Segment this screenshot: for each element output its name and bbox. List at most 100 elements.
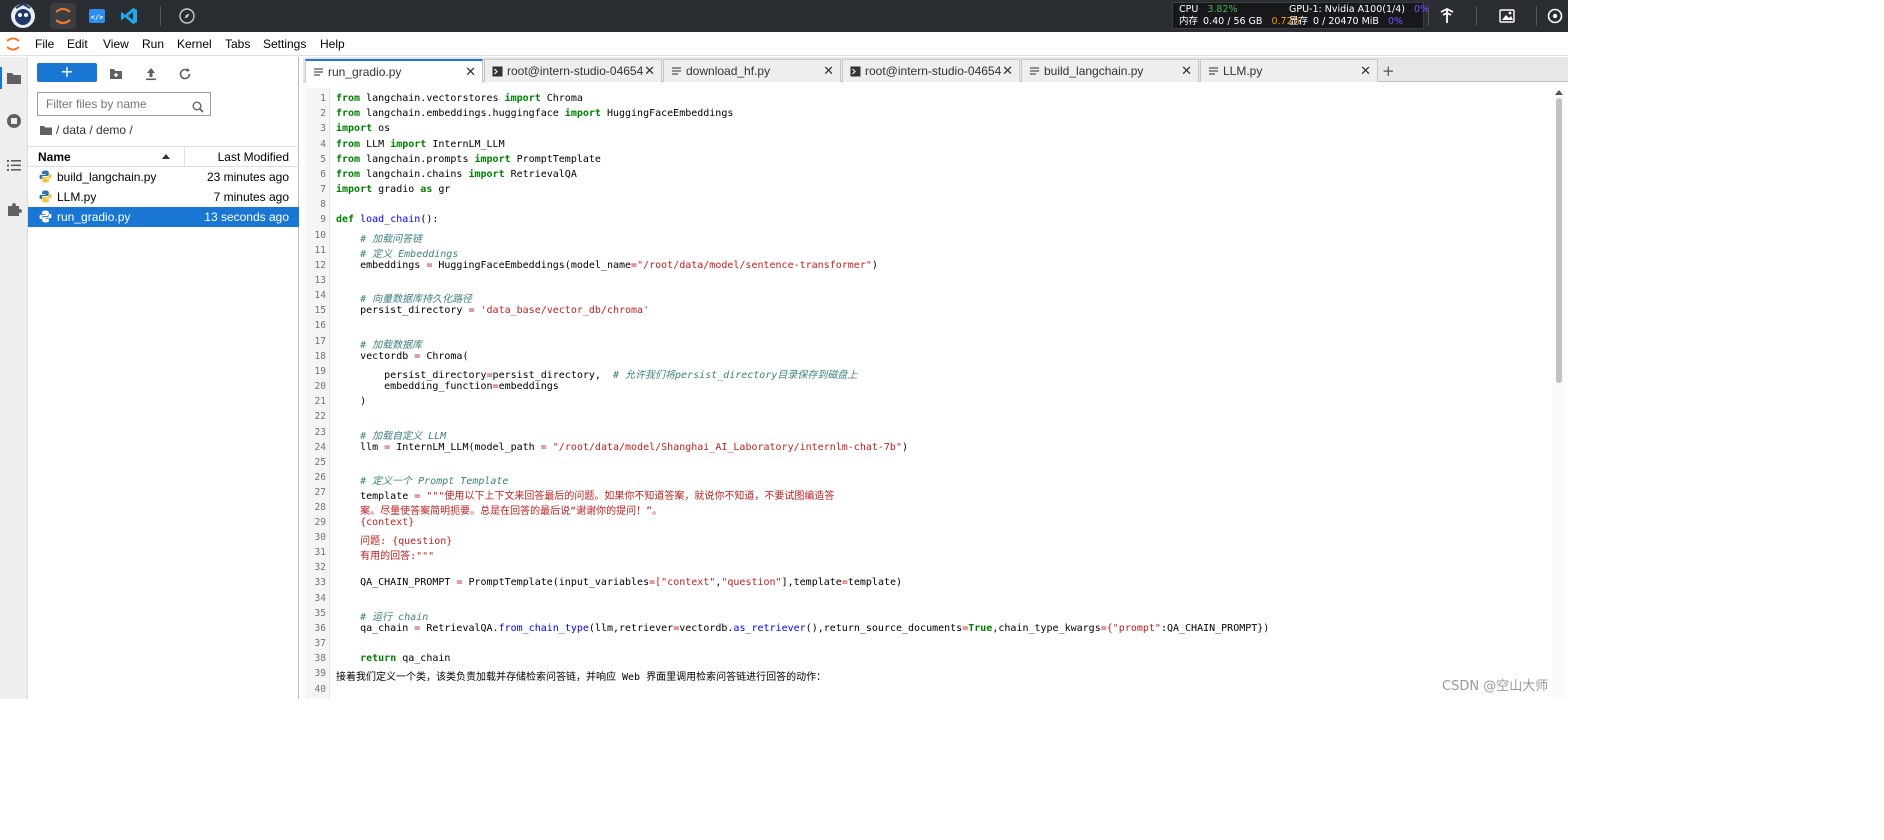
close-icon[interactable]: ✕: [1181, 63, 1192, 79]
tab-label: LLM.py: [1223, 64, 1263, 78]
column-modified-header[interactable]: Last Modified: [218, 150, 289, 164]
line-number: 10: [314, 230, 326, 241]
new-folder-icon[interactable]: [109, 66, 123, 80]
file-name: run_gradio.py: [57, 210, 131, 224]
close-icon[interactable]: ✕: [1002, 63, 1013, 79]
extensions-puzzle-icon[interactable]: [6, 201, 22, 217]
code-line: from langchain.chains import RetrievalQA: [336, 169, 577, 180]
menu-file[interactable]: File: [35, 37, 54, 51]
line-number: 9: [320, 214, 326, 225]
cpu-value: 3.82%: [1207, 4, 1238, 15]
code-text: :QA_CHAIN_PROMPT}): [1160, 623, 1270, 634]
code-line: from langchain.vectorstores import Chrom…: [336, 93, 583, 104]
code-text: vectordb.: [679, 623, 734, 634]
menu-run[interactable]: Run: [142, 37, 164, 51]
code-text: template): [847, 577, 903, 588]
jupyter-app-icon[interactable]: [50, 3, 76, 29]
string: 'data_base/vector_db/chroma': [480, 305, 650, 316]
python-file-icon: [39, 210, 52, 223]
close-icon[interactable]: ✕: [1360, 63, 1371, 79]
keyword: import: [564, 108, 601, 119]
menu-edit[interactable]: Edit: [67, 37, 88, 51]
text-file-icon: [1208, 66, 1219, 77]
code-text: LLM: [360, 139, 391, 150]
avatar-logo[interactable]: [8, 3, 38, 29]
line-number: 35: [314, 608, 326, 619]
code-text: gradio: [372, 184, 421, 195]
search-icon: [192, 98, 204, 113]
close-icon[interactable]: ✕: [644, 63, 655, 79]
line-number-gutter: 1 2 3 4 5 6 7 8 9 10 11 12 13 14 15 16 1…: [305, 88, 330, 699]
code-line: def load_chain():: [336, 214, 438, 225]
menu-settings[interactable]: Settings: [263, 37, 306, 51]
tab-build-langchain[interactable]: build_langchain.py ✕: [1021, 59, 1199, 82]
scrollbar-thumb[interactable]: [1556, 98, 1562, 383]
tab-download-hf[interactable]: download_hf.py ✕: [663, 59, 841, 82]
scroll-up-arrow-icon[interactable]: [1555, 90, 1563, 95]
new-launcher-button[interactable]: +: [37, 63, 97, 82]
line-number: 34: [314, 593, 326, 604]
refresh-icon[interactable]: [178, 66, 192, 80]
file-row-selected[interactable]: run_gradio.py 13 seconds ago: [28, 207, 299, 227]
file-row[interactable]: build_langchain.py 23 minutes ago: [28, 167, 299, 187]
breadcrumb-folder-icon[interactable]: [40, 125, 52, 136]
file-browser: + Filter files by name / data / demo / N…: [28, 57, 299, 699]
sort-ascending-icon[interactable]: [162, 154, 170, 159]
function-name: load_chain: [360, 214, 421, 225]
code-comment: # 加载问答链: [336, 234, 423, 245]
line-number: 30: [314, 532, 326, 543]
close-icon[interactable]: ✕: [823, 63, 834, 79]
tab-terminal-2[interactable]: root@intern-studio-04654 ✕: [842, 59, 1020, 82]
line-number: 26: [314, 472, 326, 483]
column-name-header[interactable]: Name: [38, 150, 71, 164]
settings-gear-icon[interactable]: [1544, 3, 1566, 29]
code-text: QA_CHAIN_PROMPT: [336, 577, 457, 588]
code-line: return qa_chain: [336, 653, 450, 664]
breadcrumb-path[interactable]: / data / demo /: [56, 123, 133, 137]
code-text: ():: [420, 214, 439, 225]
tab-llm[interactable]: LLM.py ✕: [1200, 59, 1378, 82]
menu-view[interactable]: View: [103, 37, 129, 51]
code-text: persist_directory: [336, 370, 487, 381]
compass-icon[interactable]: [174, 3, 200, 29]
code-text: qa_chain: [396, 653, 451, 664]
keyword: import: [390, 139, 427, 150]
file-filter-input[interactable]: Filter files by name: [37, 92, 211, 116]
code-string: 问题: {question}: [336, 536, 453, 547]
gpu-label: GPU-1: Nvidia A100(1/4): [1289, 4, 1405, 15]
breadcrumb: / data / demo /: [40, 123, 133, 137]
code-line: import os: [336, 123, 390, 134]
code-line: 接着我们定义一个类，该类负责加载并存储检索问答链，并响应 Web 界面里调用检索…: [336, 672, 827, 683]
network-icon[interactable]: [1434, 3, 1460, 29]
add-tab-icon[interactable]: +: [1382, 62, 1395, 80]
vscode-icon[interactable]: [116, 3, 142, 29]
menu-tabs[interactable]: Tabs: [225, 37, 250, 51]
vram-pct: 0%: [1387, 16, 1404, 27]
string: """使用以下上下文来回答最后的问题。如果你不知道答案，就说你不知道，不要试图编…: [426, 491, 835, 502]
terminal-icon: [850, 66, 861, 77]
keyword: import: [504, 93, 541, 104]
file-row[interactable]: LLM.py 7 minutes ago: [28, 187, 299, 207]
mem-label: 内存: [1179, 16, 1199, 27]
code-comment: # 定义一个 Prompt Template: [336, 476, 509, 487]
line-number: 38: [314, 653, 326, 664]
code-app-icon[interactable]: </>: [84, 3, 110, 29]
string: "/root/data/model/sentence-transformer": [637, 260, 872, 271]
folder-icon[interactable]: [6, 70, 22, 86]
table-of-contents-icon[interactable]: [6, 157, 22, 173]
close-icon[interactable]: ✕: [465, 64, 476, 80]
image-manager-icon[interactable]: [1494, 3, 1520, 29]
menu-help[interactable]: Help: [320, 37, 345, 51]
menu-kernel[interactable]: Kernel: [177, 37, 212, 51]
line-number: 33: [314, 577, 326, 588]
tab-terminal-1[interactable]: root@intern-studio-04654 ✕: [484, 59, 662, 82]
tab-run-gradio[interactable]: run_gradio.py ✕: [305, 59, 483, 83]
code-editor[interactable]: 1 2 3 4 5 6 7 8 9 10 11 12 13 14 15 16 1…: [305, 88, 1553, 699]
code-text: vectordb: [336, 351, 415, 362]
vertical-scrollbar[interactable]: [1553, 88, 1565, 699]
line-number: 14: [314, 290, 326, 301]
string: "question": [721, 577, 782, 588]
upload-icon[interactable]: [144, 66, 158, 81]
running-kernels-icon[interactable]: [6, 113, 22, 129]
activity-sidebar: [0, 57, 28, 699]
